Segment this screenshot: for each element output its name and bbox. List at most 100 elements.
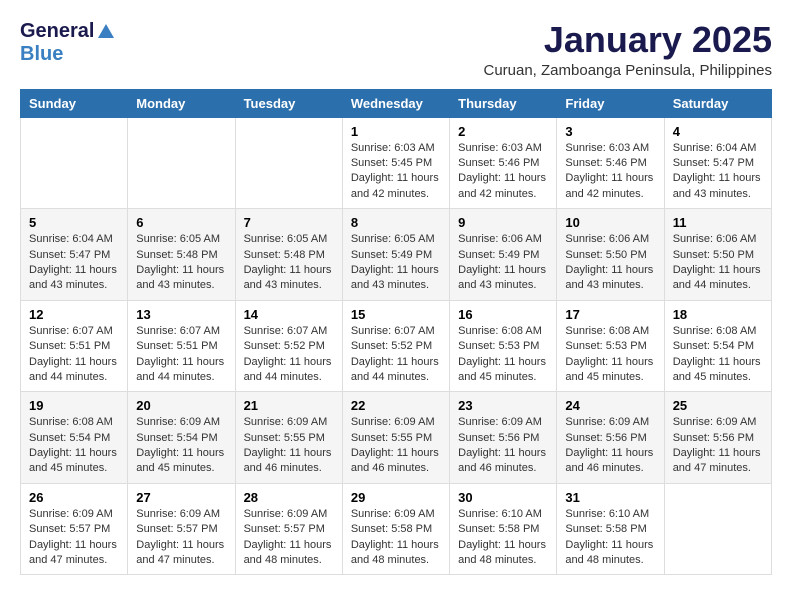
day-info: Sunrise: 6:09 AM Sunset: 5:54 PM Dayligh… xyxy=(136,415,226,477)
day-info: Sunrise: 6:08 AM Sunset: 5:53 PM Dayligh… xyxy=(565,324,655,386)
calendar-cell: 9Sunrise: 6:06 AM Sunset: 5:49 PM Daylig… xyxy=(450,209,557,301)
month-title: January 2025 xyxy=(483,20,772,60)
calendar-cell: 16 Sunrise: 6:08 AM Sunset: 5:53 PM Dayli… xyxy=(450,300,557,392)
day-number: 9 xyxy=(458,215,548,230)
calendar-cell: 28 Sunrise: 6:09 AM Sunset: 5:57 PM Dayli… xyxy=(235,483,342,575)
day-number: 4 xyxy=(673,124,763,139)
day-info: Sunrise: 6:09 AM Sunset: 5:55 PM Dayligh… xyxy=(244,415,334,477)
calendar-cell: 3Sunrise: 6:03 AM Sunset: 5:46 PM Daylig… xyxy=(557,117,664,209)
day-number: 25 xyxy=(673,398,763,413)
logo-icon xyxy=(96,22,116,42)
day-number: 5 xyxy=(29,215,119,230)
day-number: 31 xyxy=(565,490,655,505)
week-row-4: 19Sunrise: 6:08 AM Sunset: 5:54 PM Dayli… xyxy=(21,392,772,484)
day-info: Sunrise: 6:09 AM Sunset: 5:57 PM Dayligh… xyxy=(29,507,119,569)
day-number: 1 xyxy=(351,124,441,139)
week-row-1: 1 Sunrise: 6:03 AM Sunset: 5:45 PM Daylig… xyxy=(21,117,772,209)
day-number: 15 xyxy=(351,307,441,322)
calendar-cell: 18 Sunrise: 6:08 AM Sunset: 5:54 PM Dayli… xyxy=(664,300,771,392)
calendar-cell: 6 Sunrise: 6:05 AM Sunset: 5:48 PM Daylig… xyxy=(128,209,235,301)
calendar-cell: 23 Sunrise: 6:09 AM Sunset: 5:56 PM Dayli… xyxy=(450,392,557,484)
calendar-cell: 12Sunrise: 6:07 AM Sunset: 5:51 PM Dayli… xyxy=(21,300,128,392)
day-info: Sunrise: 6:08 AM Sunset: 5:54 PM Dayligh… xyxy=(673,324,763,386)
week-row-5: 26 Sunrise: 6:09 AM Sunset: 5:57 PM Dayli… xyxy=(21,483,772,575)
calendar-table: SundayMondayTuesdayWednesdayThursdayFrid… xyxy=(20,89,772,576)
calendar-cell: 27Sunrise: 6:09 AM Sunset: 5:57 PM Dayli… xyxy=(128,483,235,575)
day-info: Sunrise: 6:08 AM Sunset: 5:54 PM Dayligh… xyxy=(29,415,119,477)
day-number: 22 xyxy=(351,398,441,413)
day-info: Sunrise: 6:04 AM Sunset: 5:47 PM Dayligh… xyxy=(673,141,763,203)
weekday-header-sunday: Sunday xyxy=(21,89,128,117)
weekday-header-tuesday: Tuesday xyxy=(235,89,342,117)
weekday-header-thursday: Thursday xyxy=(450,89,557,117)
calendar-cell xyxy=(664,483,771,575)
day-number: 7 xyxy=(244,215,334,230)
weekday-header-friday: Friday xyxy=(557,89,664,117)
day-info: Sunrise: 6:06 AM Sunset: 5:50 PM Dayligh… xyxy=(673,232,763,294)
week-row-2: 5 Sunrise: 6:04 AM Sunset: 5:47 PM Daylig… xyxy=(21,209,772,301)
calendar-cell: 25 Sunrise: 6:09 AM Sunset: 5:56 PM Dayli… xyxy=(664,392,771,484)
day-number: 6 xyxy=(136,215,226,230)
day-number: 30 xyxy=(458,490,548,505)
day-number: 11 xyxy=(673,215,763,230)
weekday-header-monday: Monday xyxy=(128,89,235,117)
day-info: Sunrise: 6:03 AM Sunset: 5:46 PM Dayligh… xyxy=(458,141,548,203)
day-number: 10 xyxy=(565,215,655,230)
weekday-header-row: SundayMondayTuesdayWednesdayThursdayFrid… xyxy=(21,89,772,117)
day-info: Sunrise: 6:05 AM Sunset: 5:49 PM Dayligh… xyxy=(351,232,441,294)
day-info: Sunrise: 6:08 AM Sunset: 5:53 PM Dayligh… xyxy=(458,324,548,386)
calendar-cell: 11 Sunrise: 6:06 AM Sunset: 5:50 PM Dayli… xyxy=(664,209,771,301)
day-info: Sunrise: 6:04 AM Sunset: 5:47 PM Dayligh… xyxy=(29,232,119,294)
calendar-cell: 21 Sunrise: 6:09 AM Sunset: 5:55 PM Dayli… xyxy=(235,392,342,484)
logo: General Blue xyxy=(20,20,116,66)
day-info: Sunrise: 6:10 AM Sunset: 5:58 PM Dayligh… xyxy=(565,507,655,569)
day-info: Sunrise: 6:07 AM Sunset: 5:51 PM Dayligh… xyxy=(136,324,226,386)
day-number: 20 xyxy=(136,398,226,413)
calendar-cell: 14 Sunrise: 6:07 AM Sunset: 5:52 PM Dayli… xyxy=(235,300,342,392)
day-number: 13 xyxy=(136,307,226,322)
location-title: Curuan, Zamboanga Peninsula, Philippines xyxy=(483,62,772,79)
calendar-cell: 15 Sunrise: 6:07 AM Sunset: 5:52 PM Dayli… xyxy=(342,300,449,392)
day-info: Sunrise: 6:09 AM Sunset: 5:58 PM Dayligh… xyxy=(351,507,441,569)
day-info: Sunrise: 6:06 AM Sunset: 5:50 PM Dayligh… xyxy=(565,232,655,294)
day-number: 24 xyxy=(565,398,655,413)
day-number: 8 xyxy=(351,215,441,230)
day-number: 12 xyxy=(29,307,119,322)
calendar-cell xyxy=(235,117,342,209)
day-number: 17 xyxy=(565,307,655,322)
header: General Blue January 2025 Curuan, Zamboa… xyxy=(20,20,772,79)
calendar-cell: 1 Sunrise: 6:03 AM Sunset: 5:45 PM Daylig… xyxy=(342,117,449,209)
day-number: 14 xyxy=(244,307,334,322)
day-number: 28 xyxy=(244,490,334,505)
day-info: Sunrise: 6:03 AM Sunset: 5:45 PM Dayligh… xyxy=(351,141,441,203)
day-info: Sunrise: 6:07 AM Sunset: 5:52 PM Dayligh… xyxy=(351,324,441,386)
day-number: 26 xyxy=(29,490,119,505)
logo-general-text: General xyxy=(20,20,94,43)
day-info: Sunrise: 6:09 AM Sunset: 5:56 PM Dayligh… xyxy=(673,415,763,477)
calendar-cell: 4 Sunrise: 6:04 AM Sunset: 5:47 PM Daylig… xyxy=(664,117,771,209)
day-number: 23 xyxy=(458,398,548,413)
calendar-cell xyxy=(21,117,128,209)
title-area: January 2025 Curuan, Zamboanga Peninsula… xyxy=(483,20,772,79)
calendar-cell: 2Sunrise: 6:03 AM Sunset: 5:46 PM Daylig… xyxy=(450,117,557,209)
day-info: Sunrise: 6:05 AM Sunset: 5:48 PM Dayligh… xyxy=(136,232,226,294)
calendar-cell: 19Sunrise: 6:08 AM Sunset: 5:54 PM Dayli… xyxy=(21,392,128,484)
day-number: 16 xyxy=(458,307,548,322)
day-number: 3 xyxy=(565,124,655,139)
day-info: Sunrise: 6:09 AM Sunset: 5:56 PM Dayligh… xyxy=(458,415,548,477)
day-number: 21 xyxy=(244,398,334,413)
calendar-cell: 13 Sunrise: 6:07 AM Sunset: 5:51 PM Dayli… xyxy=(128,300,235,392)
logo-blue-text: Blue xyxy=(20,43,63,66)
day-info: Sunrise: 6:09 AM Sunset: 5:56 PM Dayligh… xyxy=(565,415,655,477)
weekday-header-saturday: Saturday xyxy=(664,89,771,117)
calendar-cell: 17 Sunrise: 6:08 AM Sunset: 5:53 PM Dayli… xyxy=(557,300,664,392)
calendar-cell: 7Sunrise: 6:05 AM Sunset: 5:48 PM Daylig… xyxy=(235,209,342,301)
day-info: Sunrise: 6:10 AM Sunset: 5:58 PM Dayligh… xyxy=(458,507,548,569)
day-number: 18 xyxy=(673,307,763,322)
day-info: Sunrise: 6:07 AM Sunset: 5:52 PM Dayligh… xyxy=(244,324,334,386)
calendar-cell: 31 Sunrise: 6:10 AM Sunset: 5:58 PM Dayli… xyxy=(557,483,664,575)
day-info: Sunrise: 6:09 AM Sunset: 5:55 PM Dayligh… xyxy=(351,415,441,477)
calendar-cell: 20 Sunrise: 6:09 AM Sunset: 5:54 PM Dayli… xyxy=(128,392,235,484)
day-info: Sunrise: 6:09 AM Sunset: 5:57 PM Dayligh… xyxy=(244,507,334,569)
day-number: 29 xyxy=(351,490,441,505)
